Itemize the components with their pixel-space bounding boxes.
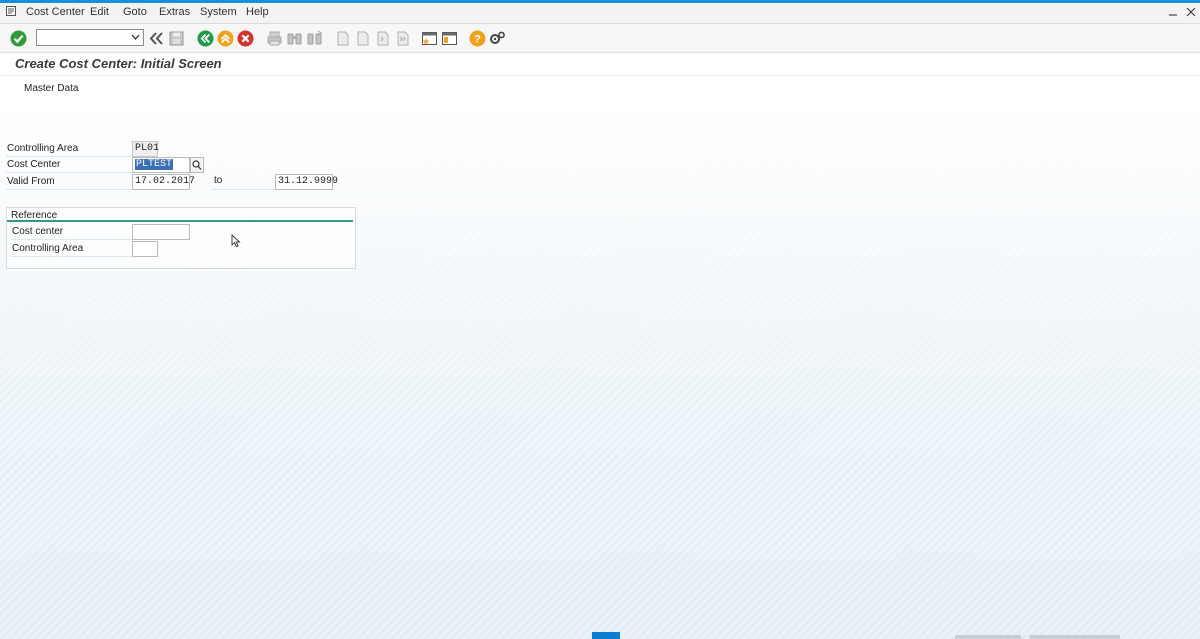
last-page-icon[interactable] [394, 30, 411, 47]
gear-icon[interactable] [489, 30, 506, 47]
command-field[interactable] [36, 29, 144, 46]
shortcut-icon[interactable] [441, 30, 458, 47]
cost-center-field[interactable]: PLTEST [132, 157, 190, 173]
status-bar-info [955, 635, 1120, 639]
reference-divider [7, 220, 353, 222]
valid-from-value: 17.02.2017 [135, 176, 196, 187]
ref-cost-center-field[interactable] [132, 224, 190, 240]
help-icon[interactable]: ? [469, 30, 486, 47]
checkmark-icon[interactable] [10, 30, 27, 47]
close-icon[interactable] [1186, 7, 1196, 17]
print-icon[interactable] [266, 30, 283, 47]
cancel-icon[interactable] [237, 30, 254, 47]
cost-center-value: PLTEST [135, 159, 174, 170]
title-bar: Create Cost Center: Initial Screen [0, 53, 1200, 76]
minimize-icon[interactable] [1168, 7, 1178, 17]
menu-goto[interactable]: Goto [123, 6, 147, 18]
menu-edit[interactable]: Edit [90, 6, 109, 18]
double-chevron-left-icon[interactable] [148, 30, 165, 47]
menu-help[interactable]: Help [246, 6, 269, 18]
find-next-icon[interactable] [306, 30, 323, 47]
cost-center-label: Cost Center [6, 157, 131, 173]
save-icon[interactable] [168, 30, 185, 47]
valid-from-label: Valid From [6, 174, 131, 190]
valid-to-underline [211, 174, 274, 190]
valid-from-field[interactable]: 17.02.2017 [132, 174, 195, 190]
sap-logo [592, 632, 620, 639]
exit-icon[interactable] [217, 30, 234, 47]
ref-controlling-area-field[interactable] [132, 241, 158, 257]
next-page-icon[interactable] [374, 30, 391, 47]
new-session-icon[interactable] [421, 30, 438, 47]
ref-cost-center-label: Cost center [11, 224, 132, 240]
back-icon[interactable] [197, 30, 214, 47]
ref-controlling-area-label: Controlling Area [11, 241, 132, 257]
chevron-down-icon[interactable] [130, 31, 141, 43]
page-title: Create Cost Center: Initial Screen [15, 56, 222, 71]
search-icon[interactable] [190, 157, 204, 173]
first-page-icon[interactable] [334, 30, 351, 47]
find-icon[interactable] [286, 30, 303, 47]
controlling-area-value: PL01 [135, 143, 160, 154]
application-toolbar: Master Data [0, 76, 1200, 100]
menu-cost-center[interactable]: Cost Center [26, 6, 85, 18]
valid-to-field[interactable]: 31.12.9999 [275, 174, 338, 190]
master-data-button[interactable]: Master Data [24, 83, 78, 94]
menu-system[interactable]: System [200, 6, 237, 18]
controlling-area-field: PL01 [132, 141, 160, 157]
menu-bar: Cost Center Edit Goto Extras System Help [0, 3, 1200, 24]
previous-page-icon[interactable] [354, 30, 371, 47]
svg-text:?: ? [474, 34, 481, 46]
mouse-cursor-icon [231, 234, 241, 248]
menu-icon[interactable] [6, 6, 18, 17]
standard-toolbar: ? [0, 24, 1200, 53]
controlling-area-label: Controlling Area [6, 141, 131, 157]
valid-to-value: 31.12.9999 [278, 176, 339, 187]
menu-extras[interactable]: Extras [159, 6, 190, 18]
